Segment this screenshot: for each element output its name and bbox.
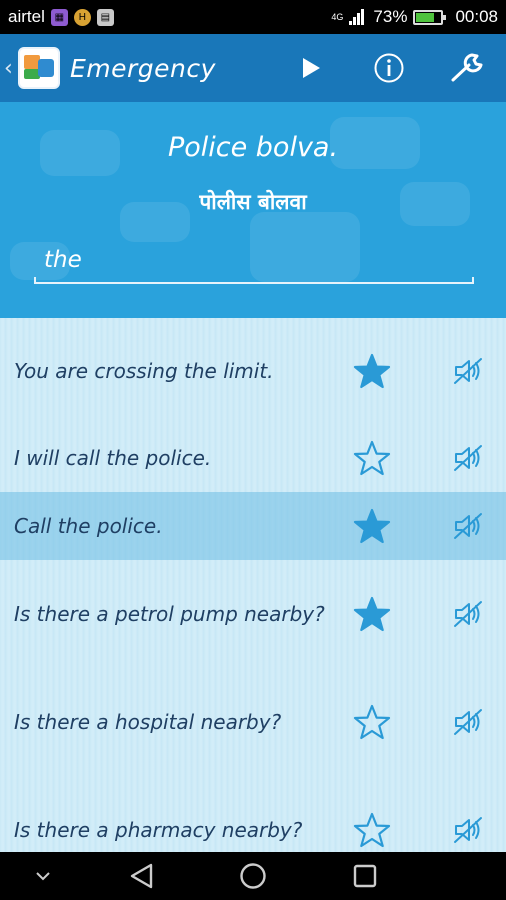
recents-square-icon — [353, 864, 377, 888]
notification-h-icon: H — [73, 8, 91, 26]
favorite-button[interactable] — [350, 808, 394, 852]
battery-icon — [413, 9, 447, 25]
speak-button[interactable] — [446, 700, 490, 744]
phrase-text: You are crossing the limit. — [14, 359, 274, 383]
favorite-button[interactable] — [350, 592, 394, 636]
network-type: 4G — [331, 11, 344, 22]
list-item[interactable]: Call the police. — [0, 492, 506, 560]
battery-percent: 73% — [373, 7, 408, 26]
list-item[interactable]: Is there a pharmacy nearby? — [0, 776, 506, 852]
play-button[interactable] — [272, 34, 350, 102]
wrench-icon — [451, 53, 483, 82]
favorite-button[interactable] — [350, 349, 394, 393]
phrase-native: पोलीस बोलवा — [199, 190, 307, 214]
nav-home-button[interactable] — [236, 860, 270, 892]
info-button[interactable] — [350, 34, 428, 102]
star-outline-icon — [353, 812, 391, 848]
page-title: Emergency — [70, 53, 216, 83]
star-filled-icon — [353, 508, 391, 544]
notification-app-icon: ▦ — [50, 8, 68, 26]
nav-bar — [0, 852, 506, 900]
favorite-button[interactable] — [350, 436, 394, 480]
speak-button[interactable] — [446, 592, 490, 636]
speaker-icon — [454, 445, 482, 471]
keyboard-hide-button[interactable] — [26, 860, 60, 892]
speak-button[interactable] — [446, 349, 490, 393]
star-outline-icon — [353, 704, 391, 740]
list-item[interactable]: You are crossing the limit. — [0, 318, 506, 424]
speaker-icon — [454, 709, 482, 735]
star-filled-icon — [353, 353, 391, 389]
phrase-text: Is there a hospital nearby? — [14, 710, 282, 734]
back-chevron-icon[interactable]: ‹ — [0, 56, 18, 81]
phrase-text: Call the police. — [14, 514, 163, 538]
nav-recents-button[interactable] — [348, 860, 382, 892]
phrase-list[interactable]: You are crossing the limit. I will call t… — [0, 318, 506, 852]
star-filled-icon — [353, 596, 391, 632]
nav-back-button[interactable] — [124, 860, 158, 892]
list-item[interactable]: Is there a petrol pump nearby? — [0, 560, 506, 668]
home-circle-icon — [240, 863, 266, 889]
phrase-text: Is there a pharmacy nearby? — [14, 818, 303, 842]
phrase-text: I will call the police. — [14, 446, 212, 470]
speaker-icon — [454, 601, 482, 627]
favorite-button[interactable] — [350, 504, 394, 548]
favorite-button[interactable] — [350, 700, 394, 744]
speaker-icon — [454, 817, 482, 843]
search-input[interactable] — [34, 240, 474, 280]
clock: 00:08 — [455, 7, 498, 26]
speak-button[interactable] — [446, 436, 490, 480]
carrier-label: airtel — [8, 7, 45, 26]
keyboard-hide-icon — [36, 872, 50, 881]
speaker-icon — [454, 358, 482, 384]
phrase-text: Is there a petrol pump nearby? — [14, 602, 325, 626]
speak-button[interactable] — [446, 808, 490, 852]
status-bar: airtel ▦ H ▤ 4G 73% 00:08 — [0, 0, 506, 34]
list-item[interactable]: Is there a hospital nearby? — [0, 668, 506, 776]
app-bar: ‹ Emergency — [0, 34, 506, 102]
signal-icon — [349, 9, 367, 25]
phrase-roman: Police bolva. — [167, 132, 339, 163]
back-triangle-icon — [130, 863, 153, 889]
list-item[interactable]: I will call the police. — [0, 424, 506, 492]
speak-button[interactable] — [446, 504, 490, 548]
star-outline-icon — [353, 440, 391, 476]
notification-store-icon: ▤ — [96, 8, 114, 26]
app-logo-icon[interactable] — [18, 47, 60, 89]
phrase-panel: Police bolva. पोलीस बोलवा — [0, 102, 506, 318]
speaker-icon — [454, 513, 482, 539]
play-icon — [303, 58, 320, 78]
settings-button[interactable] — [428, 34, 506, 102]
search-underline — [34, 277, 474, 284]
info-icon — [374, 53, 404, 83]
